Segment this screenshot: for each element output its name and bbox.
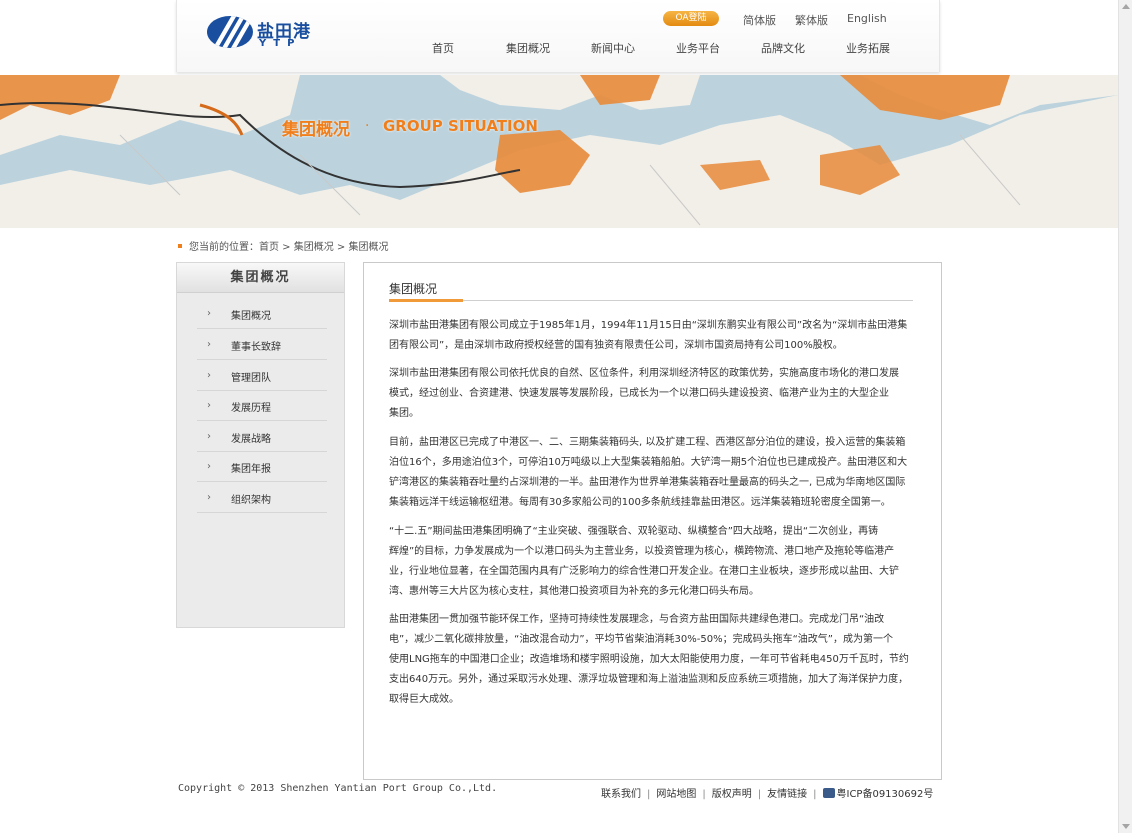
sidebar-item-annual-report[interactable]: › 集团年报 [197,452,327,482]
paragraph: 目前，盐田港区已完成了中港区一、二、三期集装箱码头, 以及扩建工程、西港区部分泊… [389,433,916,513]
sidebar-item-label: 董事长致辞 [231,342,281,353]
footer-separator: | [647,789,651,800]
chevron-right-icon: › [207,492,211,503]
paragraph-line: 泊位16个，多用途泊位3个，可停泊10万吨级以上大型集装箱船舶。大铲湾一期5个泊… [389,457,908,468]
paragraph: 深圳市盐田港集团有限公司依托优良的自然、区位条件，利用深圳经济特区的政策优势，实… [389,364,916,424]
sidebar-item-label: 发展历程 [231,403,271,414]
nav-brand-culture[interactable]: 品牌文化 [761,40,805,56]
paragraph-line: 集装箱远洋干线运输枢纽港。每周有30多家船公司的100多条航线挂靠盐田港区。远洋… [389,497,891,508]
chevron-right-icon: › [207,370,211,381]
footer-link-contact[interactable]: 联系我们 [601,789,641,800]
chevron-right-icon: › [207,400,211,411]
site-logo[interactable]: 盐田港 YTP [207,14,317,50]
paragraph: 盐田港集团一贯加强节能环保工作，坚持可持续性发展理念，与合资方盐田国际共建绿色港… [389,610,916,710]
sidebar-item-label: 管理团队 [231,373,271,384]
banner-map-graphic [0,75,1118,228]
chevron-right-icon: › [207,431,211,442]
footer-separator: | [702,789,706,800]
sidebar-item-history[interactable]: › 发展历程 [197,391,327,421]
icp-badge-icon [822,788,835,798]
paragraph-line: 深圳市盐田港集团有限公司依托优良的自然、区位条件，利用深圳经济特区的政策优势，实… [389,368,899,379]
footer-icp-link[interactable]: 粤ICP备09130692号 [837,789,934,800]
chevron-right-icon: › [207,339,211,350]
sidebar-item-label: 集团年报 [231,464,271,475]
sidebar-item-group-overview[interactable]: › 集团概况 [197,299,327,329]
footer-separator: | [757,789,762,800]
banner-separator-dot: · [365,118,370,134]
nav-business-platform[interactable]: 业务平台 [676,40,720,56]
sidebar: 集团概况 › 集团概况 › 董事长致辞 › 管理团队 › 发展历程 › 发展战略… [176,262,345,628]
footer-links: 联系我们 | 网站地图 | 版权声明 | 友情链接 | 粤ICP备09130692号 [601,785,933,800]
site-header: 盐田港 YTP OA登陆 简体版 繁体版 English 首页 集团概况 新闻中… [176,0,940,72]
oa-login-button[interactable]: OA登陆 [663,11,719,26]
lang-simplified-link[interactable]: 简体版 [743,12,776,28]
nav-business-expansion[interactable]: 业务拓展 [846,40,890,56]
nav-home[interactable]: 首页 [432,40,454,56]
scroll-up-arrow-icon[interactable] [1122,4,1130,9]
sidebar-item-label: 发展战略 [231,434,271,445]
paragraph-line: 业，行业地位显著，在全国范围内具有广泛影响力的综合性港口开发企业。在港口主业板块… [389,566,899,577]
paragraph-line: 盐田港集团一贯加强节能环保工作，坚持可持续性发展理念，与合资方盐田国际共建绿色港… [389,614,885,625]
content-title: 集团概况 [389,282,438,296]
sidebar-item-management-team[interactable]: › 管理团队 [197,361,327,391]
banner-title-cn: 集团概况 [282,120,350,140]
paragraph-line: 集团。 [389,408,419,419]
breadcrumb-text[interactable]: 您当前的位置：首页 > 集团概况 > 集团概况 [189,242,388,253]
sidebar-item-label: 组织架构 [231,495,271,506]
paragraph-line: 团有限公司”，是由深圳市政府授权经营的国有独资有限责任公司，深圳市国资局持有公司… [389,340,843,351]
sidebar-item-chairman-speech[interactable]: › 董事长致辞 [197,330,327,360]
copyright-text: Copyright © 2013 Shenzhen Yantian Port G… [178,783,498,794]
paragraph-line: 目前，盐田港区已完成了中港区一、二、三期集装箱码头, 以及扩建工程、西港区部分泊… [389,437,906,448]
nav-group-overview[interactable]: 集团概况 [506,40,550,56]
paragraph-line: 使用LNG拖车的中国港口企业；改造堆场和楼宇照明设施，加大太阳能使用力度，一年可… [389,654,909,665]
main-content: 集团概况 深圳市盐田港集团有限公司成立于1985年1月，1994年11月15日由… [363,262,942,780]
title-divider [389,300,913,301]
lang-english-link[interactable]: English [847,12,887,25]
chevron-right-icon: › [207,461,211,472]
logo-english-name: YTP [259,38,302,49]
sidebar-item-label: 集团概况 [231,311,271,322]
paragraph-line: 湾、惠州等三大片区为核心支柱，其他港口投资项目为补充的多元化港口码头布局。 [389,586,759,597]
paragraph-line: 取得巨大成效。 [389,694,459,705]
footer-link-sitemap[interactable]: 网站地图 [656,789,696,800]
sidebar-item-strategy[interactable]: › 发展战略 [197,422,327,452]
sidebar-title: 集团概况 [177,263,344,293]
footer-link-friends[interactable]: 友情链接 [767,789,807,800]
paragraph-line: 辉煌”的目标，力争发展成为一个以港口码头为主营业务，以投资管理为核心，横跨物流、… [389,546,895,557]
page-banner: 集团概况 · GROUP SITUATION [0,75,1118,228]
lang-traditional-link[interactable]: 繁体版 [795,12,828,28]
title-divider-accent [389,299,463,302]
vertical-scrollbar[interactable] [1118,0,1132,833]
footer-link-copyright[interactable]: 版权声明 [712,789,752,800]
paragraph-line: 铲湾港区的集装箱吞吐量约占深圳港的一半。盐田港作为世界单港集装箱吞吐量最高的码头… [389,477,906,488]
paragraph-line: “十二.五”期间盐田港集团明确了“主业突破、强强联合、双轮驱动、纵横整合”四大战… [389,526,879,537]
logo-icon [207,16,253,48]
paragraph-line: 支出640万元。另外，通过采取污水处理、漂浮垃圾管理和海上溢油监测和反应系统三项… [389,674,909,685]
paragraph: 深圳市盐田港集团有限公司成立于1985年1月，1994年11月15日由“深圳东鹏… [389,316,916,356]
paragraph-line: 模式，经过创业、合资建港、快速发展等发展阶段，已成长为一个以港口码头建设投资、临… [389,388,889,399]
breadcrumb: 您当前的位置：首页 > 集团概况 > 集团概况 [178,238,388,253]
nav-news-center[interactable]: 新闻中心 [591,40,635,56]
scroll-down-arrow-icon[interactable] [1122,824,1130,829]
banner-title-en: GROUP SITUATION [383,117,538,135]
chevron-right-icon: › [207,308,211,319]
footer-separator: | [813,789,817,800]
paragraph: “十二.五”期间盐田港集团明确了“主业突破、强强联合、双轮驱动、纵横整合”四大战… [389,522,916,602]
sidebar-item-org-structure[interactable]: › 组织架构 [197,483,327,513]
paragraph-line: 深圳市盐田港集团有限公司成立于1985年1月，1994年11月15日由“深圳东鹏… [389,320,908,331]
paragraph-line: 电”，减少二氧化碳排放量，“油改混合动力”，平均节省柴油消耗30%-50%；完成… [389,634,893,645]
square-bullet-icon [178,243,182,248]
